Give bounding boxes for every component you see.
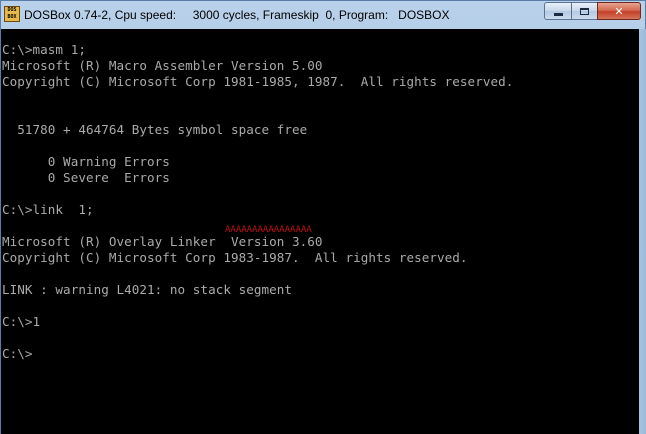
window-title: DOSBox 0.74-2, Cpu speed: 3000 cycles, F… (24, 8, 450, 22)
console-line: Copyright (C) Microsoft Corp 1981-1985, … (2, 74, 514, 89)
dosbox-icon[interactable]: DOS BOX (4, 6, 20, 22)
console-line: LINK : warning L4021: no stack segment (2, 282, 293, 297)
close-button[interactable]: ✕ (597, 2, 641, 20)
window-frame-right (639, 29, 646, 434)
minimize-icon (553, 12, 563, 16)
console-line: 0 Warning Errors (2, 154, 170, 169)
dosbox-icon-text: DOS BOX (7, 7, 17, 20)
window-controls: ✕ (544, 2, 641, 21)
console-line: 0 Severe Errors (2, 170, 170, 185)
close-icon: ✕ (614, 4, 624, 18)
minimize-button[interactable] (544, 2, 571, 20)
console-line: C:\>masm 1; (2, 42, 86, 57)
dos-console[interactable]: AAAAAAAAAAAAAAAA C:\>masm 1; Microsoft (R… (1, 29, 639, 434)
console-line: Microsoft (R) Overlay Linker Version 3.6… (2, 234, 323, 249)
title-bar[interactable]: DOS BOX DOSBox 0.74-2, Cpu speed: 3000 c… (1, 1, 645, 29)
console-line: C:\> (2, 346, 33, 361)
dosbox-window: DOS BOX DOSBox 0.74-2, Cpu speed: 3000 c… (0, 0, 646, 434)
maximize-button[interactable] (571, 2, 597, 20)
console-line: C:\>1 (2, 314, 41, 329)
console-line: 51780 + 464764 Bytes symbol space free (2, 122, 308, 137)
maximize-icon (580, 7, 589, 15)
console-line: Microsoft (R) Macro Assembler Version 5.… (2, 58, 323, 73)
console-line: Copyright (C) Microsoft Corp 1983-1987. … (2, 250, 468, 265)
console-line: C:\>link 1; (2, 202, 94, 217)
